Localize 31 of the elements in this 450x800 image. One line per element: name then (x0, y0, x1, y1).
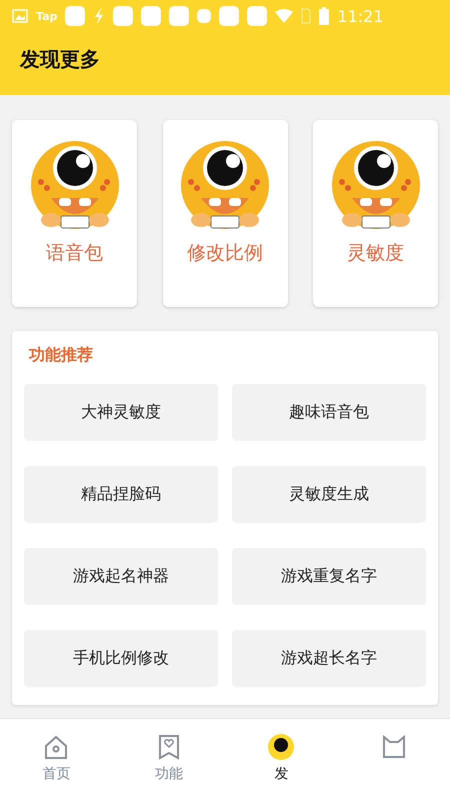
no-sim-icon (301, 8, 312, 24)
feature-button[interactable]: 手机比例修改 (24, 630, 218, 687)
notification-icon (197, 9, 212, 23)
nav-tab[interactable]: 首页 (0, 719, 112, 800)
wifi-icon (275, 9, 294, 23)
notification-icon (113, 6, 134, 26)
bolt-icon (93, 7, 106, 25)
card-label: 语音包 (46, 241, 103, 266)
nav-tab[interactable]: 发 (225, 719, 338, 800)
app-label: Tap (36, 10, 58, 22)
card-label: 修改比例 (187, 241, 263, 266)
feature-button[interactable]: 游戏超长名字 (232, 630, 426, 687)
feature-button[interactable]: 灵敏度生成 (232, 466, 426, 523)
clock: 11:21 (337, 6, 384, 26)
page-title: 发现更多 (18, 46, 101, 73)
feature-button[interactable]: 游戏重复名字 (232, 548, 426, 605)
image-icon (12, 9, 28, 23)
notification-icon (169, 6, 190, 26)
feature-button[interactable]: 大神灵敏度 (24, 384, 218, 441)
feature-button[interactable]: 精品捏脸码 (24, 466, 218, 523)
mascot-icon (267, 733, 296, 761)
feature-button[interactable]: 游戏起名神器 (24, 548, 218, 605)
notification-icon (141, 6, 162, 26)
battery-icon (319, 7, 330, 25)
notification-icon (65, 6, 86, 26)
nav-tab[interactable]: 功能 (112, 719, 225, 800)
notification-icon (219, 6, 240, 26)
notification-icon (247, 6, 268, 26)
card-label: 灵敏度 (347, 241, 404, 266)
section-title: 功能推荐 (28, 344, 94, 366)
feature-button[interactable]: 趣味语音包 (232, 384, 426, 441)
